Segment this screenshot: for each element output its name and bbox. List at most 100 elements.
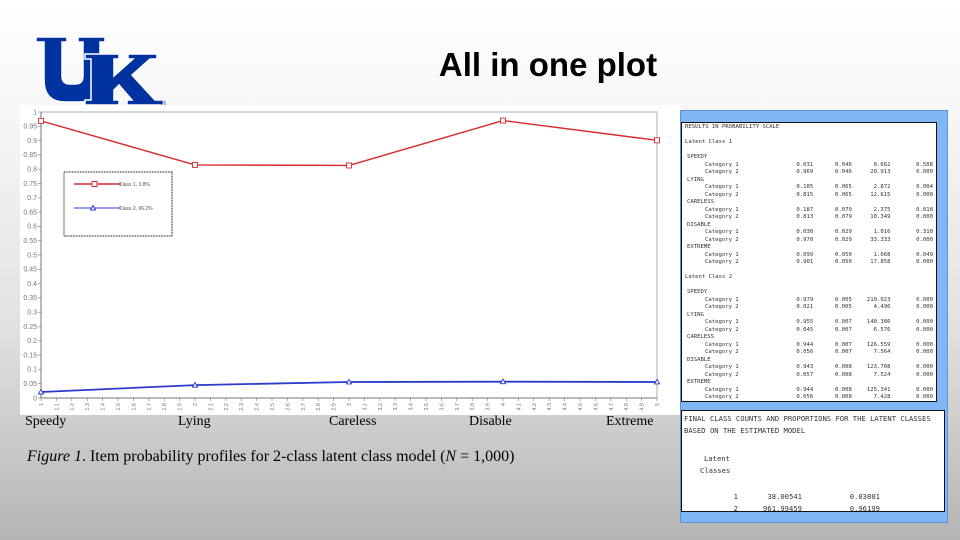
x-tick-label: 4.6 [593, 403, 599, 411]
x-tick-label: 2.3 [239, 403, 245, 411]
x-tick-label: 2.7 [301, 403, 307, 411]
category-row: Category 2 0.901 0.050 17.858 0.000 [685, 259, 933, 267]
series-line-class-1 [40, 119, 658, 167]
legend-square-marker [91, 181, 98, 187]
estimate-cell: 0.007 [835, 341, 852, 348]
estimate-cell: 0.021 [796, 304, 814, 310]
class-counts-heading-line-1: FINAL CLASS COUNTS AND PROPORTIONS FOR T… [684, 414, 931, 423]
estimate-cell: 0.000 [916, 371, 933, 378]
estimate-cell: 0.050 [835, 259, 852, 265]
estimate-cell: 0.029 [835, 229, 852, 235]
estimate-cell: 0.187 [796, 206, 814, 213]
estimate-cell: 0.000 [916, 326, 933, 333]
x-tick-label: 2 [193, 403, 199, 406]
legend-label-class-1: Class 1, 3.8% [119, 182, 150, 188]
category-name: Category 1 [705, 184, 739, 190]
estimate-cell: 0.004 [916, 184, 933, 190]
estimate-cell: 0.815 [796, 191, 814, 198]
estimate-cell: 6.576 [873, 326, 891, 333]
y-tick-label: 0.7 [27, 195, 37, 202]
latent-class-label: Latent Class 2 [685, 274, 733, 280]
y-tick-label: 0.05 [23, 381, 37, 388]
estimate-cell: 0.007 [835, 319, 852, 325]
data-point-class-1 [346, 162, 352, 169]
class-counts-heading-line-2: BASED ON THE ESTIMATED MODEL [684, 426, 806, 435]
estimate-cell: 0.099 [796, 251, 814, 258]
item-name: CARELESS [687, 199, 714, 205]
estimate-cell: 0.008 [835, 386, 852, 393]
category-label-extreme: Extreme [606, 414, 654, 429]
category-name: Category 2 [705, 304, 739, 310]
category-name: Category 1 [705, 251, 739, 258]
results-heading: RESULTS IN PROBABILITY SCALE [685, 124, 933, 132]
category-name: Category 1 [705, 206, 739, 213]
estimate-cell: 0.944 [796, 341, 814, 348]
x-tick-label: 3.5 [424, 403, 430, 411]
category-row: Category 2 0.056 0.007 7.564 0.000 [685, 349, 933, 357]
category-name: Category 2 [705, 214, 739, 220]
x-tick-label: 4.9 [640, 403, 646, 411]
caption-n-symbol: N [445, 448, 457, 465]
estimate-cell: 0.901 [796, 259, 814, 265]
category-name: Category 1 [705, 319, 739, 325]
y-ticks: 0 0.05 0.1 0.15 0.2 0.25 0.3 0.35 0.4 0.45 0.5 0.55… [23, 109, 41, 402]
category-name: Category 1 [705, 229, 739, 235]
item-name: SPEEDY [687, 289, 708, 295]
estimate-cell: 10.349 [870, 214, 891, 220]
estimate-cell: 0.813 [796, 214, 814, 220]
class-proportion: 0.96199 [849, 504, 880, 512]
estimate-cell: 12.615 [870, 191, 891, 198]
estimate-cell: 0.000 [916, 386, 933, 393]
item-name: EXTREME [687, 244, 711, 250]
x-tick-label: 4.8 [624, 403, 630, 411]
class-number: 2 [733, 504, 738, 512]
estimate-cell: 0.979 [796, 296, 814, 303]
category-row: Category 1 0.944 0.008 125.341 0.000 [685, 387, 933, 395]
x-tick-label: 3.1 [362, 403, 368, 411]
category-row: Category 1 0.099 0.050 1.668 0.049 [685, 252, 933, 260]
category-label-disable: Disable [469, 414, 512, 429]
estimate-cell: 0.029 [835, 236, 852, 243]
estimate-cell: 0.000 [916, 341, 933, 348]
estimate-cell: 20.913 [870, 169, 891, 175]
x-tick-label: 1.8 [162, 403, 168, 411]
x-tick-label: 2.1 [208, 403, 214, 411]
class-proportion: 0.03801 [849, 492, 880, 501]
estimate-cell: 7.524 [873, 371, 891, 378]
y-tick-label: 0.25 [23, 324, 37, 331]
category-row: Category 1 0.979 0.005 210.023 0.000 [685, 297, 933, 305]
x-tick-label: 2.2 [224, 403, 230, 411]
category-row: Category 2 0.813 0.079 10.349 0.000 [685, 214, 933, 222]
estimate-cell: 0.031 [796, 161, 814, 168]
class-count-row: 2 961.99459 0.96199 [684, 503, 942, 512]
x-tick-label: 1.4 [101, 403, 107, 411]
latent-class-label: Latent Class 1 [685, 139, 733, 145]
estimate-cell: 0.008 [835, 371, 852, 378]
uk-logo: ® [35, 36, 167, 108]
category-name: Category 2 [705, 326, 739, 333]
x-tick-label: 2.8 [316, 403, 322, 411]
estimate-cell: 123.708 [866, 364, 891, 370]
results-probability-scale-panel: RESULTS IN PROBABILITY SCALE Latent Clas… [681, 122, 937, 402]
category-name: Category 2 [705, 169, 739, 175]
estimate-cell: 0.662 [873, 161, 891, 168]
estimate-cell: 0.955 [796, 319, 814, 325]
estimate-cell: 0.943 [796, 364, 814, 370]
class-number: 1 [733, 492, 738, 501]
estimate-cell: 0.185 [796, 184, 814, 190]
estimate-cell: 0.000 [916, 214, 933, 220]
estimate-cell: 0.970 [796, 236, 814, 243]
y-tick-label: 0.65 [23, 209, 37, 216]
estimate-cell: 0.005 [835, 304, 852, 310]
x-tick-label: 1 [39, 403, 45, 406]
category-name: Category 2 [705, 236, 739, 243]
results-body: Latent Class 1 SPEEDY Category 1 0.031 0.046… [685, 139, 933, 401]
chart-legend: Class 1, 3.8% Class 2, 96.2% [63, 171, 173, 237]
y-tick-label: 0.1 [27, 367, 37, 374]
series-1 [38, 117, 660, 169]
category-row: Category 1 0.944 0.007 126.559 0.000 [685, 342, 933, 350]
x-tick-label: 1.9 [178, 403, 184, 411]
estimate-cell: 126.559 [866, 341, 891, 348]
estimate-cell: 0.000 [916, 364, 933, 370]
x-tick-label: 4.3 [547, 403, 553, 411]
